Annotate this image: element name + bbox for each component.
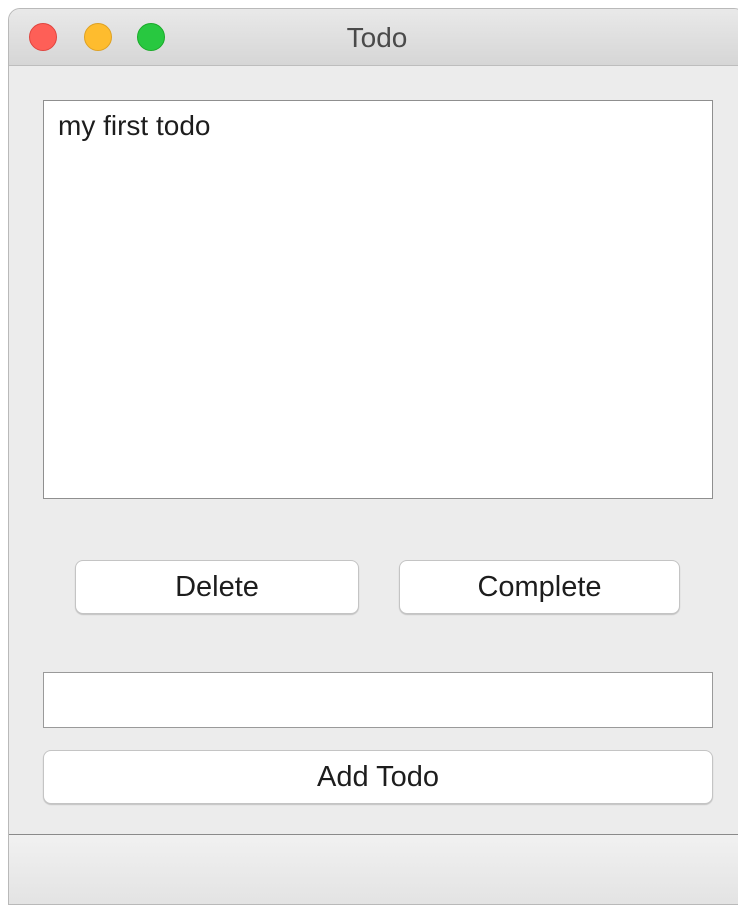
complete-button[interactable]: Complete [399,560,680,614]
todo-list[interactable]: my first todo [43,100,713,499]
window-footer [9,834,738,904]
todo-window: Todo my first todo Delete Complete Add T… [8,8,738,905]
new-todo-input[interactable] [43,672,713,728]
add-todo-button[interactable]: Add Todo [43,750,713,804]
list-item[interactable]: my first todo [44,101,712,151]
window-title: Todo [346,22,408,53]
delete-button[interactable]: Delete [75,560,359,614]
title-bar[interactable]: Todo [9,9,738,66]
